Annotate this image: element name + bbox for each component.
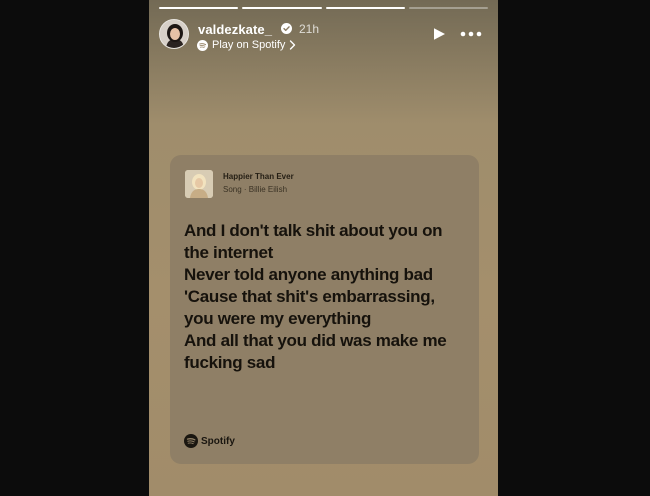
more-horizontal-icon[interactable]: [460, 31, 482, 37]
lyric-line: fucking sad: [184, 353, 276, 372]
play-icon[interactable]: [432, 27, 446, 41]
chevron-right-icon: [290, 40, 296, 50]
progress-segment: [325, 7, 405, 9]
avatar[interactable]: [159, 19, 189, 49]
spotify-wordmark: Spotify: [201, 435, 235, 447]
story-header: valdezkate_ 21h Play on Spotify: [159, 18, 488, 52]
username[interactable]: valdezkate_: [198, 22, 272, 37]
lyric-line: you were my everything: [184, 309, 372, 328]
spotify-brand: Spotify: [184, 434, 235, 448]
lyric-line: Never told anyone anything bad: [184, 265, 433, 284]
album-art: [185, 170, 213, 198]
story-viewer[interactable]: valdezkate_ 21h Play on Spotify Happier …: [149, 0, 498, 496]
verified-badge-icon: [281, 23, 292, 34]
story-progress-bar: [159, 7, 488, 9]
progress-segment: [408, 7, 488, 9]
timestamp: 21h: [299, 22, 320, 36]
lyrics-text: And I don't talk shit about you on the i…: [184, 220, 469, 374]
lyric-line: And all that you did was make me: [184, 331, 447, 350]
progress-segment: [242, 7, 322, 9]
progress-segment: [159, 7, 239, 9]
spotify-icon: [197, 39, 208, 51]
play-on-spotify-link[interactable]: Play on Spotify: [197, 38, 296, 52]
lyric-line: And I don't talk shit about you on: [184, 221, 443, 240]
spotify-logo-icon: [184, 434, 198, 448]
lyric-line: the internet: [184, 243, 273, 262]
spotify-lyrics-card[interactable]: Happier Than Ever Song · Billie Eilish A…: [170, 155, 479, 464]
lyric-line: 'Cause that shit's embarrassing,: [184, 287, 435, 306]
play-on-spotify-label: Play on Spotify: [212, 39, 286, 51]
song-title: Happier Than Ever: [223, 172, 294, 181]
song-meta: Song · Billie Eilish: [223, 185, 288, 194]
